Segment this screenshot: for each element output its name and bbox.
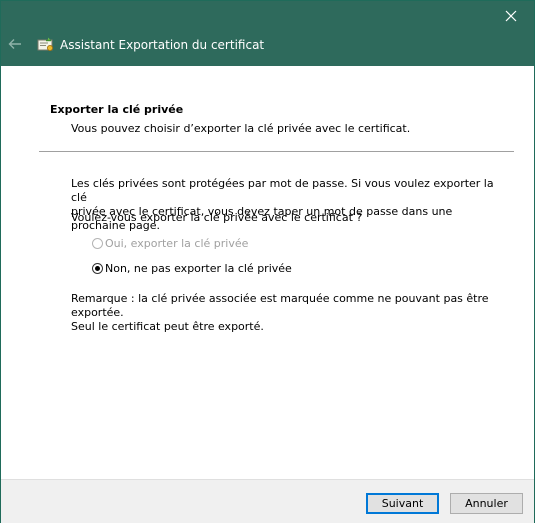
- page-subtitle: Vous pouvez choisir d’exporter la clé pr…: [71, 122, 411, 135]
- radio-button-yes[interactable]: [92, 238, 103, 249]
- radio-selected-dot: [95, 266, 100, 271]
- window-title: Assistant Exportation du certificat: [60, 38, 265, 52]
- next-button[interactable]: Suivant: [366, 493, 439, 514]
- certificate-export-wizard-window: Assistant Exportation du certificat Expo…: [0, 0, 535, 523]
- question-text: Voulez-vous exporter la clé privée avec …: [71, 211, 363, 224]
- header-divider: [39, 151, 514, 152]
- title-bar: Assistant Exportation du certificat: [1, 1, 534, 66]
- radio-button-no[interactable]: [92, 263, 103, 274]
- page-title: Exporter la clé privée: [50, 103, 184, 116]
- close-icon: [505, 10, 517, 22]
- back-button[interactable]: [4, 33, 26, 55]
- option-yes-label: Oui, exporter la clé privée: [105, 237, 249, 250]
- back-arrow-icon: [8, 39, 21, 49]
- option-export-yes[interactable]: Oui, exporter la clé privée: [92, 237, 248, 250]
- close-button[interactable]: [488, 1, 534, 31]
- wizard-content: Exporter la clé privée Vous pouvez chois…: [1, 66, 534, 479]
- button-bar: Suivant Annuler: [1, 479, 534, 523]
- certificate-icon: [37, 37, 53, 51]
- option-no-label: Non, ne pas exporter la clé privée: [105, 262, 292, 275]
- note-text: Remarque : la clé privée associée est ma…: [71, 292, 489, 333]
- cancel-button[interactable]: Annuler: [450, 493, 523, 514]
- option-export-no[interactable]: Non, ne pas exporter la clé privée: [92, 262, 292, 275]
